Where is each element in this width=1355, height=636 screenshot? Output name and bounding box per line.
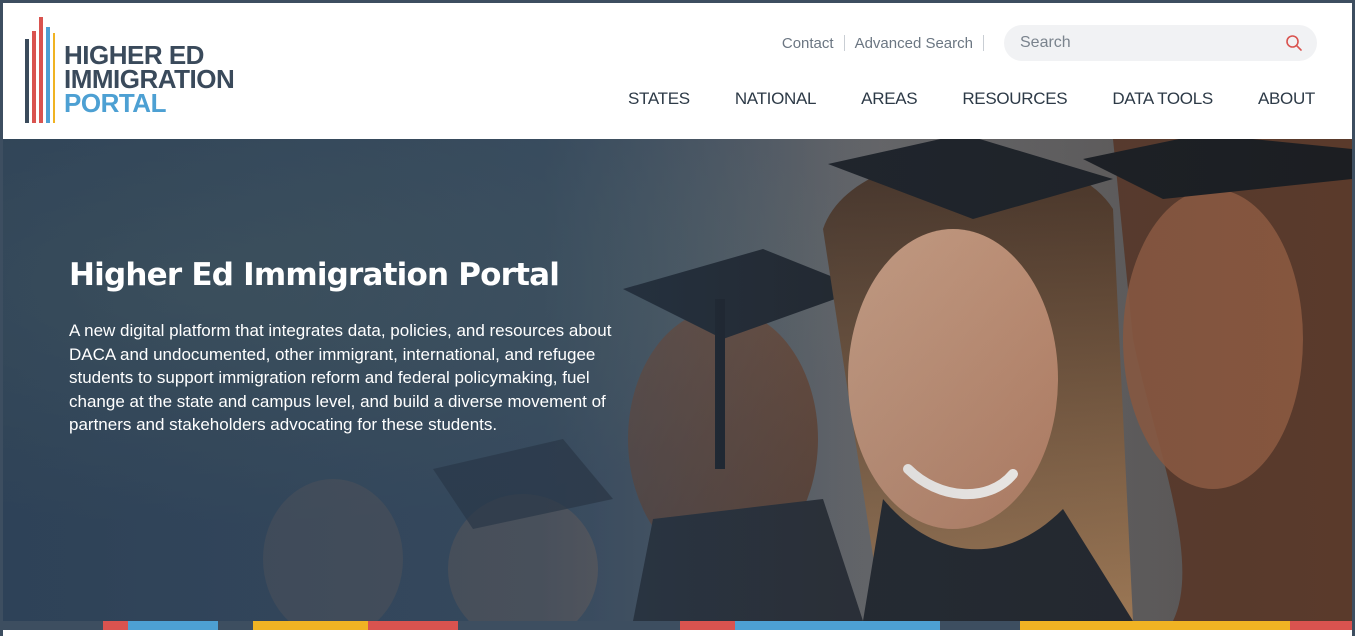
search-input[interactable]	[1020, 25, 1270, 61]
site-logo[interactable]: HIGHER ED IMMIGRATION PORTAL	[25, 17, 265, 127]
hero-description: A new digital platform that integrates d…	[69, 321, 612, 434]
nav-resources[interactable]: RESOURCES	[962, 89, 1067, 109]
logo-line-3: PORTAL	[64, 88, 166, 118]
nav-areas[interactable]: AREAS	[861, 89, 917, 109]
utility-links: Contact Advanced Search	[782, 25, 1317, 61]
divider	[843, 35, 845, 51]
site-header: HIGHER ED IMMIGRATION PORTAL Contact Adv…	[3, 3, 1352, 139]
search-icon[interactable]	[1285, 34, 1303, 52]
page-below-fold	[3, 630, 1352, 636]
page-frame: HIGHER ED IMMIGRATION PORTAL Contact Adv…	[0, 0, 1355, 636]
divider	[983, 35, 984, 51]
contact-link[interactable]: Contact	[782, 35, 834, 52]
nav-states[interactable]: STATES	[628, 89, 690, 109]
logo-wordmark: HIGHER ED IMMIGRATION PORTAL	[64, 42, 235, 118]
advanced-search-link[interactable]: Advanced Search	[855, 35, 973, 52]
hero-banner: Higher Ed Immigration Portal A new digit…	[3, 139, 1352, 621]
nav-national[interactable]: NATIONAL	[735, 89, 817, 109]
nav-about[interactable]: ABOUT	[1258, 89, 1315, 109]
brand-color-stripe	[3, 621, 1352, 630]
search-box	[1004, 25, 1317, 61]
nav-data-tools[interactable]: DATA TOOLS	[1112, 89, 1213, 109]
hero-title: Higher Ed Immigration Portal	[69, 257, 560, 293]
main-nav: STATES NATIONAL AREAS RESOURCES DATA TOO…	[583, 89, 1315, 109]
logo-bars-icon	[25, 17, 55, 123]
